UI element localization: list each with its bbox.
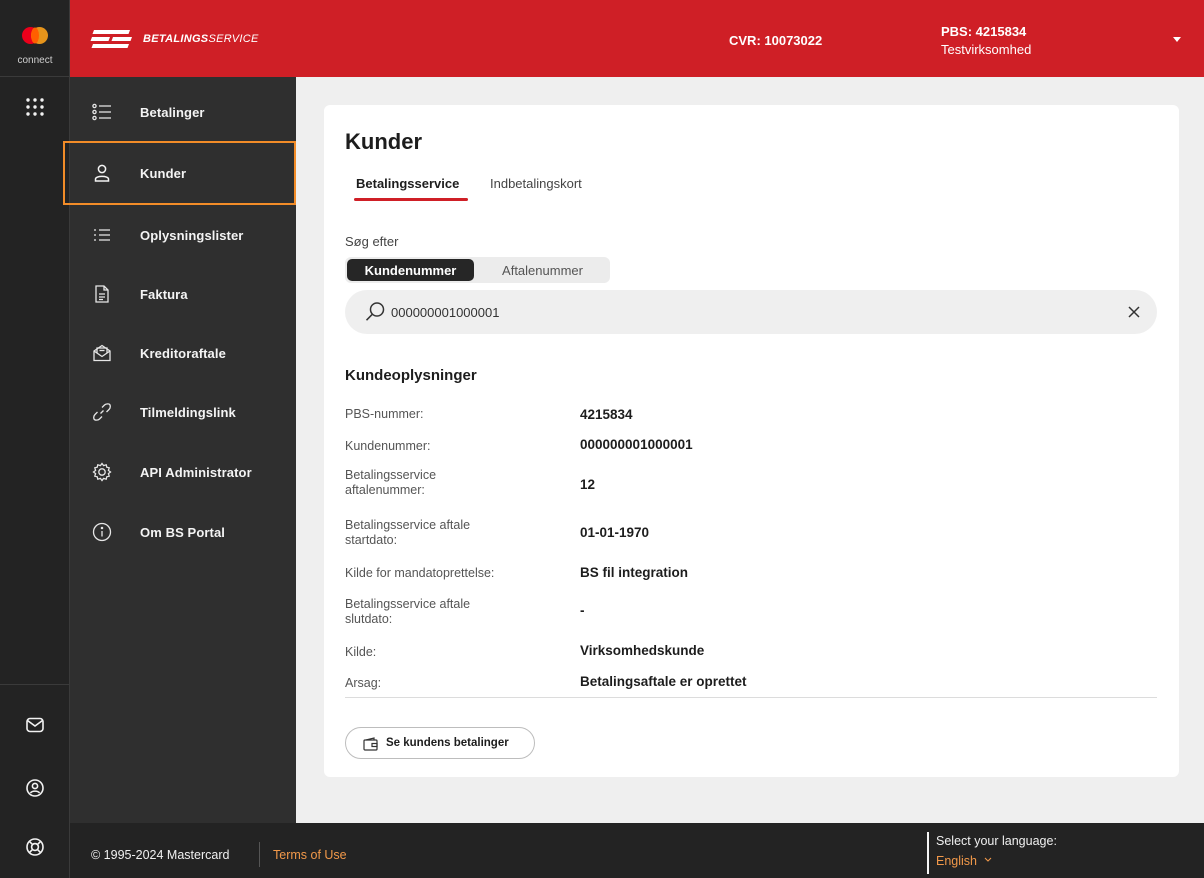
info-value-start-date: 01-01-1970 (580, 525, 650, 540)
language-select[interactable]: English (936, 854, 992, 868)
sidebar-item-kreditoraftale[interactable]: Kreditoraftale (70, 324, 296, 382)
sidebar-item-label: Faktura (140, 286, 188, 302)
bullet-list-icon (90, 223, 114, 247)
view-customer-payments-button[interactable]: Se kundens betalinger (345, 727, 535, 759)
info-label-start-date: Betalingsservice aftale startdato: (345, 518, 471, 547)
pbs-number: PBS: 4215834 (941, 24, 1027, 39)
info-value-reason: Betalingsaftale er oprettet (580, 674, 747, 689)
wallet-icon (363, 737, 379, 756)
sidebar-item-label: Tilmeldingslink (140, 404, 236, 420)
help-lifebuoy-icon[interactable] (0, 836, 70, 858)
betalingsservice-logo[interactable]: BETALINGSSERVICE (90, 28, 259, 50)
sidebar-item-kunder[interactable]: Kunder (63, 141, 296, 205)
search-type-toggle: Kundenummer Aftalenummer (345, 257, 610, 283)
info-label-mandate-source: Kilde for mandatoprettelse: (345, 566, 495, 580)
bs-logo-icon (90, 30, 132, 48)
sidebar-item-om-bs-portal[interactable]: Om BS Portal (70, 503, 296, 561)
tab-betalingsservice[interactable]: Betalingsservice (356, 176, 459, 191)
view-customer-payments-label: Se kundens betalinger (386, 737, 509, 749)
info-value-source: Virksomhedskunde (580, 643, 705, 658)
sidebar-item-oplysningslister[interactable]: Oplysningslister (70, 206, 296, 264)
info-label-agreement-number: Betalingsservice aftalenummer: (345, 468, 437, 497)
info-label-pbs-number: PBS-nummer: (345, 407, 424, 421)
tab-indbetalingskort[interactable]: Indbetalingskort (490, 176, 582, 191)
person-icon (90, 161, 114, 185)
search-icon (365, 301, 386, 327)
info-value-end-date: - (580, 603, 585, 618)
mastercard-connect-logo[interactable]: connect (0, 0, 70, 77)
info-icon (90, 520, 114, 544)
sidebar-item-tilmeldingslink[interactable]: Tilmeldingslink (70, 383, 296, 441)
segment-kundenummer[interactable]: Kundenummer (347, 259, 474, 281)
language-label: Select your language: (936, 834, 1057, 848)
sidebar-item-label: API Administrator (140, 464, 252, 480)
brand-wordmark: BETALINGSSERVICE (143, 33, 259, 45)
link-icon (90, 400, 114, 424)
sidebar-item-api-administrator[interactable]: API Administrator (70, 443, 296, 501)
mastercard-logo-icon (22, 27, 48, 44)
search-by-label: Søg efter (345, 234, 399, 249)
chevron-down-icon (980, 854, 992, 868)
sidebar-item-faktura[interactable]: Faktura (70, 265, 296, 323)
active-tab-indicator (354, 198, 468, 201)
language-separator (927, 832, 929, 874)
list-icon (90, 100, 114, 124)
sidebar-item-label: Betalinger (140, 104, 205, 120)
rail-divider (0, 684, 70, 685)
account-dropdown-caret-icon[interactable] (1173, 37, 1181, 42)
copyright-text: © 1995-2024 Mastercard (91, 848, 230, 862)
info-label-end-date: Betalingsservice aftale slutdato: (345, 597, 471, 626)
top-header: BETALINGSSERVICE CVR: 10073022 PBS: 4215… (70, 0, 1204, 77)
info-label-reason: Arsag: (345, 676, 382, 690)
info-label-customer-number: Kundenummer: (345, 439, 431, 453)
page-title: Kunder (345, 129, 422, 154)
search-bar (345, 290, 1157, 334)
company-name: Testvirksomhed (941, 42, 1032, 57)
sidebar-item-label: Oplysningslister (140, 227, 244, 243)
info-label-source: Kilde: (345, 645, 377, 659)
customer-card: Kunder Betalingsservice Indbetalingskort… (324, 105, 1179, 777)
footer-separator (259, 842, 260, 867)
terms-of-use-link[interactable]: Terms of Use (273, 848, 347, 862)
section-title: Kundeoplysninger (345, 367, 477, 384)
info-divider (345, 697, 1157, 698)
mail-icon[interactable] (0, 714, 70, 736)
info-value-mandate-source: BS fil integration (580, 565, 688, 580)
language-value: English (936, 854, 977, 868)
profile-icon[interactable] (0, 777, 70, 799)
sidebar-item-betalinger[interactable]: Betalinger (70, 83, 296, 141)
gear-icon (90, 460, 114, 484)
app-grid-icon[interactable] (0, 94, 70, 120)
cvr-number: CVR: 10073022 (729, 33, 823, 48)
sidebar-nav: Betalinger Kunder Oplysningslister Faktu… (63, 77, 296, 823)
clear-search-icon[interactable] (1125, 303, 1143, 326)
sidebar-item-label: Om BS Portal (140, 524, 225, 540)
app-rail: connect (0, 0, 70, 878)
sidebar-item-label: Kreditoraftale (140, 345, 226, 361)
info-value-agreement-number: 12 (580, 477, 596, 492)
footer: © 1995-2024 Mastercard Terms of Use Sele… (70, 823, 1204, 878)
envelope-document-icon (90, 341, 114, 365)
sidebar-item-label: Kunder (140, 165, 187, 181)
search-input[interactable] (391, 302, 1091, 322)
connect-label: connect (17, 55, 53, 66)
document-icon (90, 282, 114, 306)
segment-aftalenummer[interactable]: Aftalenummer (477, 259, 608, 281)
info-value-pbs-number: 4215834 (580, 407, 633, 422)
info-value-customer-number: 000000001000001 (580, 437, 693, 452)
